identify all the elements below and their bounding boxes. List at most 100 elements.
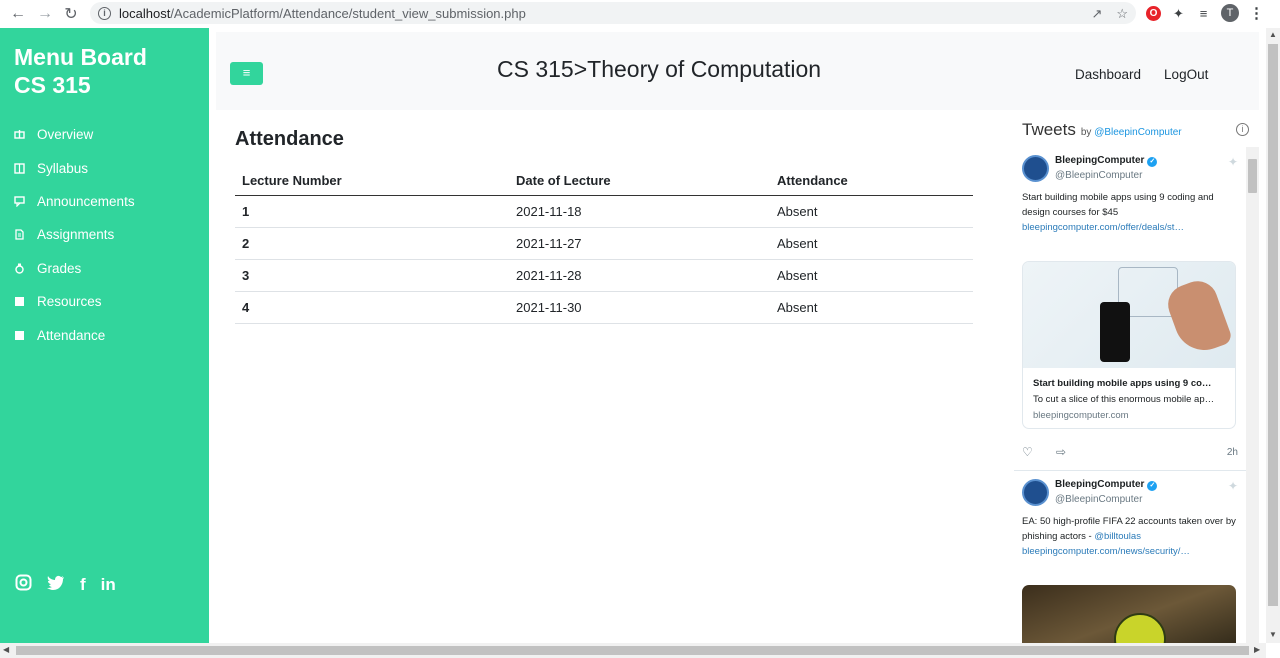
tweets-title: Tweets xyxy=(1022,120,1076,139)
sidebar-toggle-button[interactable]: ≡ xyxy=(230,62,263,85)
twitter-bird-icon[interactable]: ✦ xyxy=(1228,479,1238,493)
logout-link[interactable]: LogOut xyxy=(1164,67,1208,82)
sidebar-item-grades[interactable]: Grades xyxy=(14,252,135,285)
site-info-icon[interactable]: i xyxy=(98,6,111,20)
tweet-link-card[interactable]: Start building mobile apps using 9 co… T… xyxy=(1022,261,1236,429)
dashboard-link[interactable]: Dashboard xyxy=(1075,67,1141,82)
twitter-icon[interactable] xyxy=(47,575,65,595)
attendance-status-cell: Absent xyxy=(770,195,973,228)
attendance-icon xyxy=(14,330,37,341)
tweet-text: Start building mobile apps using 9 codin… xyxy=(1022,192,1214,218)
tweets-by-label: by xyxy=(1080,127,1092,138)
tweet-media-image[interactable] xyxy=(1022,585,1236,643)
linkedin-icon[interactable]: in xyxy=(101,575,116,595)
scroll-right-arrow-icon[interactable]: ▶ xyxy=(1254,645,1260,654)
page-vertical-scrollbar[interactable]: ▲ ▼ xyxy=(1266,28,1280,643)
url-host: localhost xyxy=(119,5,171,21)
scroll-left-arrow-icon[interactable]: ◀ xyxy=(3,645,9,654)
twitter-bird-icon[interactable]: ✦ xyxy=(1228,155,1238,169)
brand-title: Menu Board xyxy=(14,44,147,70)
verified-badge-icon: ✓ xyxy=(1147,157,1158,167)
tweet-mention-link[interactable]: @billtoulas xyxy=(1094,531,1141,542)
lecture-date-cell: 2021-11-18 xyxy=(509,195,770,228)
sidebar-item-resources[interactable]: Resources xyxy=(14,285,135,318)
scroll-up-arrow-icon[interactable]: ▲ xyxy=(1269,30,1277,39)
share-icon[interactable]: ↗ xyxy=(1091,6,1102,22)
attendance-status-cell: Absent xyxy=(770,227,973,260)
sidebar-item-overview[interactable]: Overview xyxy=(14,118,135,151)
tweet-author-name[interactable]: BleepingComputer xyxy=(1055,155,1144,166)
like-heart-icon[interactable]: ♡ xyxy=(1022,445,1033,459)
sidebar-item-attendance[interactable]: Attendance xyxy=(14,318,135,351)
attendance-table: Lecture Number Date of Lecture Attendanc… xyxy=(235,166,973,324)
resources-icon xyxy=(14,296,37,307)
reading-list-icon[interactable]: ≡ xyxy=(1196,6,1211,21)
sidebar-brand[interactable]: Menu Board CS 315 xyxy=(14,43,147,99)
horizontal-scrollbar-thumb[interactable] xyxy=(16,646,1249,655)
tweet-link[interactable]: bleepingcomputer.com/offer/deals/st… xyxy=(1022,222,1184,233)
lecture-date-cell: 2021-11-27 xyxy=(509,227,770,260)
table-row: 1 2021-11-18 Absent xyxy=(235,195,973,228)
tweet-card-description: To cut a slice of this enormous mobile a… xyxy=(1033,394,1215,405)
sidebar-item-assignments[interactable]: Assignments xyxy=(14,218,135,251)
table-row: 3 2021-11-28 Absent xyxy=(235,259,973,292)
sidebar-item-syllabus[interactable]: Syllabus xyxy=(14,151,135,184)
browser-menu-icon[interactable]: ⋮ xyxy=(1249,4,1264,22)
tweet-body: EA: 50 high-profile FIFA 22 accounts tak… xyxy=(1022,514,1238,559)
tweets-handle-link[interactable]: @BleepinComputer xyxy=(1094,127,1181,138)
tweets-by-line: by @BleepinComputer xyxy=(1081,127,1182,138)
info-icon[interactable]: i xyxy=(1236,123,1249,136)
menu-icon: ≡ xyxy=(242,65,251,80)
card-image-phone xyxy=(1100,302,1130,362)
tweet-avatar[interactable] xyxy=(1022,479,1049,506)
announcements-icon xyxy=(14,196,37,207)
tweet-author-name[interactable]: BleepingComputer xyxy=(1055,479,1144,490)
facebook-icon[interactable]: f xyxy=(80,575,86,595)
extensions-puzzle-icon[interactable]: ✦ xyxy=(1171,6,1186,21)
tweets-header: Tweets by @BleepinComputer xyxy=(1022,120,1182,140)
grades-icon xyxy=(14,263,37,274)
browser-toolbar: ← → ↻ i localhost/AcademicPlatform/Atten… xyxy=(0,0,1280,28)
profile-avatar[interactable]: T xyxy=(1221,4,1239,22)
sidebar: Menu Board CS 315 Overview Syllabus Anno… xyxy=(0,28,209,643)
bookmark-star-icon[interactable]: ☆ xyxy=(1116,6,1128,22)
page-title: CS 315>Theory of Computation xyxy=(497,56,822,82)
tweet-card-title: Start building mobile apps using 9 co… xyxy=(1033,378,1212,389)
table-header-row: Lecture Number Date of Lecture Attendanc… xyxy=(235,166,973,196)
page-horizontal-scrollbar[interactable]: ◀ ▶ xyxy=(0,643,1266,658)
tweets-scrollbar-thumb[interactable] xyxy=(1248,159,1257,193)
reload-icon[interactable]: ↻ xyxy=(59,2,83,26)
sidebar-item-label: Announcements xyxy=(37,193,135,209)
tweets-scrollbar[interactable] xyxy=(1246,147,1259,643)
share-tweet-icon[interactable]: ⇨ xyxy=(1056,445,1066,459)
card-image-soccer-ball xyxy=(1114,613,1166,643)
opera-extension-icon[interactable]: O xyxy=(1146,5,1161,21)
scroll-down-arrow-icon[interactable]: ▼ xyxy=(1269,630,1277,639)
forward-arrow-icon[interactable]: → xyxy=(33,2,57,26)
tweet-timestamp[interactable]: 2h xyxy=(1227,447,1238,458)
sidebar-item-label: Resources xyxy=(37,294,102,310)
attendance-status-cell: Absent xyxy=(770,259,973,292)
table-row: 4 2021-11-30 Absent xyxy=(235,291,973,324)
tweet-body: Start building mobile apps using 9 codin… xyxy=(1022,190,1238,235)
sidebar-item-label: Attendance xyxy=(37,327,106,343)
top-nav-links: Dashboard LogOut xyxy=(1075,67,1208,82)
tweet-avatar[interactable] xyxy=(1022,155,1049,182)
tweet-card-domain: bleepingcomputer.com xyxy=(1033,410,1129,421)
sidebar-menu: Overview Syllabus Announcements Assignme… xyxy=(14,118,135,352)
sidebar-item-label: Syllabus xyxy=(37,160,89,176)
tweet-divider xyxy=(1014,470,1246,471)
sidebar-item-announcements[interactable]: Announcements xyxy=(14,185,135,218)
instagram-icon[interactable] xyxy=(15,574,32,596)
column-header-attendance: Attendance xyxy=(770,166,973,196)
tweet-author-line: BleepingComputer ✓ xyxy=(1055,155,1158,167)
address-bar[interactable]: i localhost/AcademicPlatform/Attendance/… xyxy=(90,2,1136,24)
tweet-author-handle[interactable]: @BleepinComputer xyxy=(1055,170,1142,181)
vertical-scrollbar-thumb[interactable] xyxy=(1268,44,1278,606)
lecture-date-cell: 2021-11-28 xyxy=(509,259,770,292)
tweet-author-handle[interactable]: @BleepinComputer xyxy=(1055,494,1142,505)
column-header-lecture-number: Lecture Number xyxy=(235,166,509,196)
twitter-timeline-widget: Tweets by @BleepinComputer i BleepingCom… xyxy=(1014,111,1259,643)
tweet-link[interactable]: bleepingcomputer.com/news/security/… xyxy=(1022,546,1190,557)
back-arrow-icon[interactable]: ← xyxy=(6,2,30,26)
